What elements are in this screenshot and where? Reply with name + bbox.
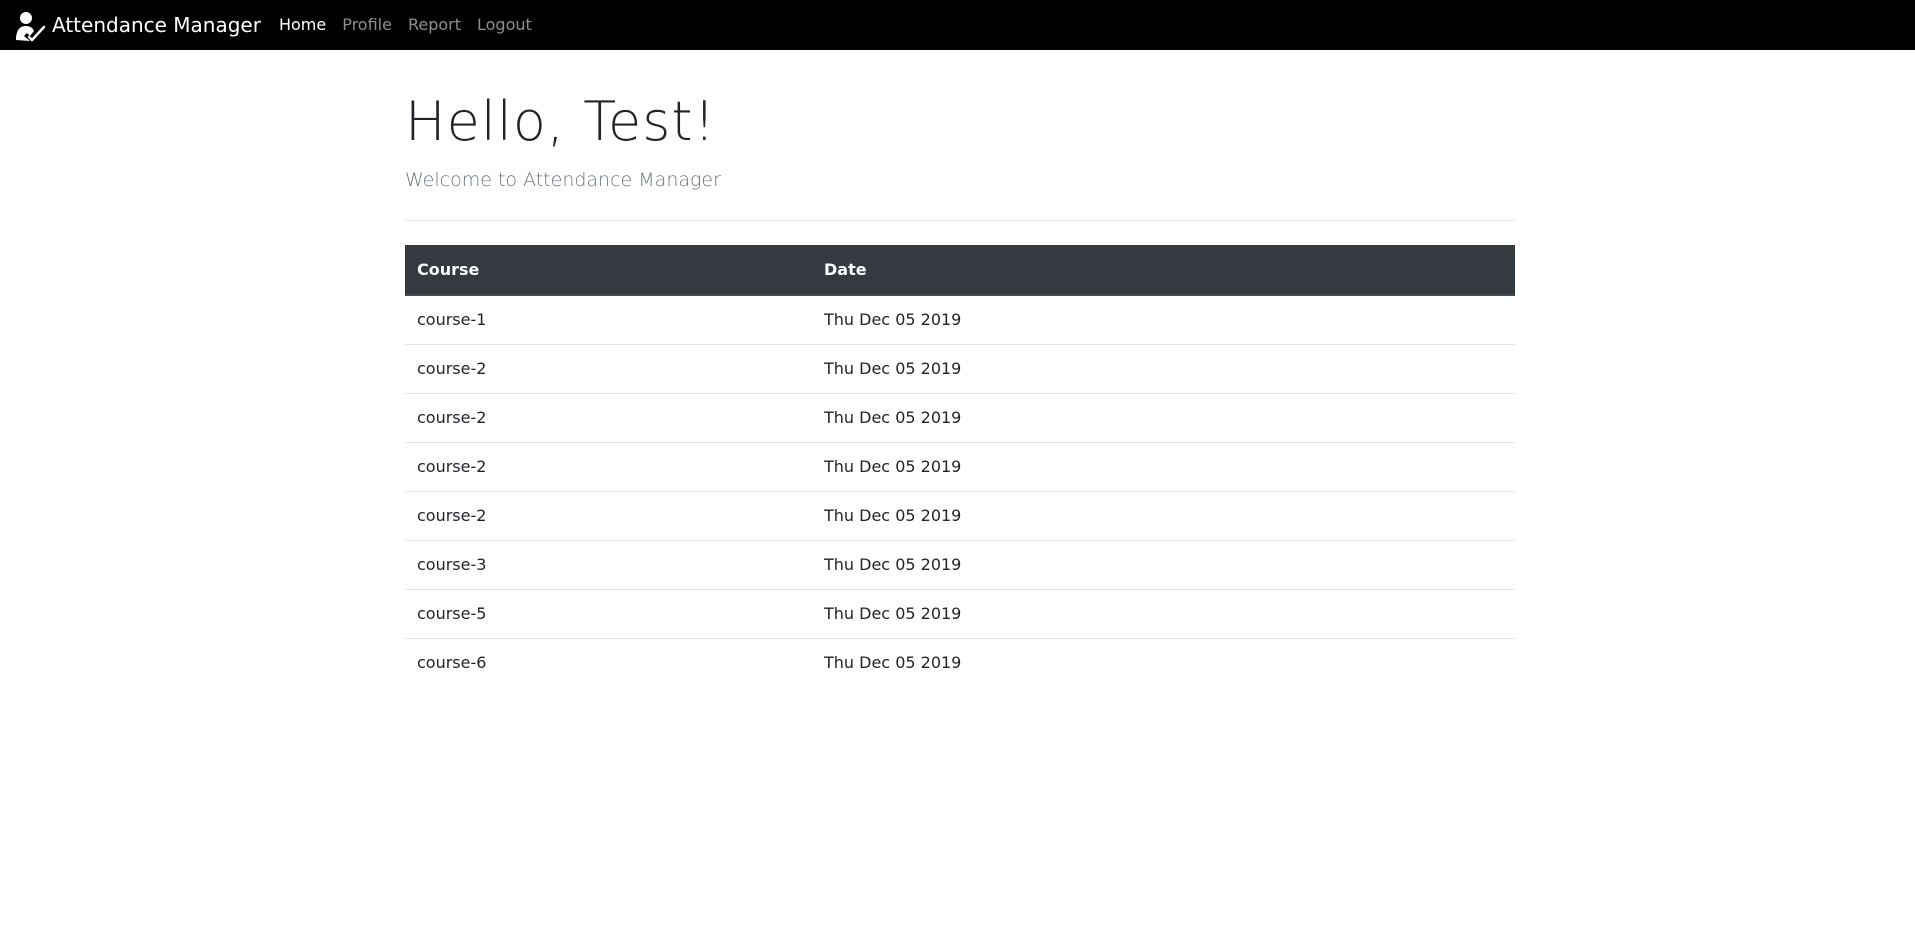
- table-row: course-5 Thu Dec 05 2019: [405, 588, 1515, 638]
- page-title: Hello, Test!: [405, 90, 717, 153]
- course-cell: course-6: [405, 637, 812, 687]
- brand-title: Attendance Manager: [52, 13, 261, 37]
- table-row: course-6 Thu Dec 05 2019: [405, 637, 1515, 687]
- date-cell: Thu Dec 05 2019: [812, 490, 1515, 540]
- divider: [405, 220, 1515, 221]
- date-cell: Thu Dec 05 2019: [812, 392, 1515, 442]
- date-cell: Thu Dec 05 2019: [812, 588, 1515, 638]
- table-row: course-1 Thu Dec 05 2019: [405, 295, 1515, 344]
- column-header-date: Date: [812, 245, 1515, 296]
- course-cell: course-5: [405, 588, 812, 638]
- course-cell: course-3: [405, 539, 812, 589]
- table-row: course-2 Thu Dec 05 2019: [405, 490, 1515, 540]
- nav-link-logout[interactable]: Logout: [469, 17, 540, 33]
- date-cell: Thu Dec 05 2019: [812, 343, 1515, 393]
- date-cell: Thu Dec 05 2019: [824, 310, 962, 330]
- attendance-table: Course Date course-1 Thu Dec 05 2019 cou…: [405, 245, 1515, 687]
- date-cell: Thu Dec 05 2019: [812, 539, 1515, 589]
- main-container: Hello, Test! Welcome to Attendance Manag…: [405, 50, 1515, 687]
- course-cell: course-2: [405, 490, 812, 540]
- navbar-brand[interactable]: Attendance Manager: [14, 0, 261, 50]
- date-cell: Thu Dec 05 2019: [812, 637, 1515, 687]
- nav-links: Home Profile Report Logout: [271, 0, 540, 50]
- nav-link-profile[interactable]: Profile: [334, 17, 400, 33]
- nav-link-home[interactable]: Home: [271, 17, 334, 33]
- course-cell: course-1: [417, 310, 487, 330]
- course-cell: course-2: [405, 441, 812, 491]
- page-subtitle: Welcome to Attendance Manager: [405, 169, 721, 191]
- table-header-row: Course Date: [405, 245, 1515, 296]
- nav-link-report[interactable]: Report: [400, 17, 469, 33]
- column-header-course: Course: [405, 245, 812, 296]
- course-cell: course-2: [405, 343, 812, 393]
- date-cell: Thu Dec 05 2019: [812, 441, 1515, 491]
- table-row: course-2 Thu Dec 05 2019: [405, 392, 1515, 442]
- table-row: course-2 Thu Dec 05 2019: [405, 343, 1515, 393]
- table-row: course-2 Thu Dec 05 2019: [405, 441, 1515, 491]
- top-navbar: Attendance Manager Home Profile Report L…: [0, 0, 1915, 50]
- user-check-icon: [14, 10, 46, 42]
- table-row: course-3 Thu Dec 05 2019: [405, 539, 1515, 589]
- course-cell: course-2: [405, 392, 812, 442]
